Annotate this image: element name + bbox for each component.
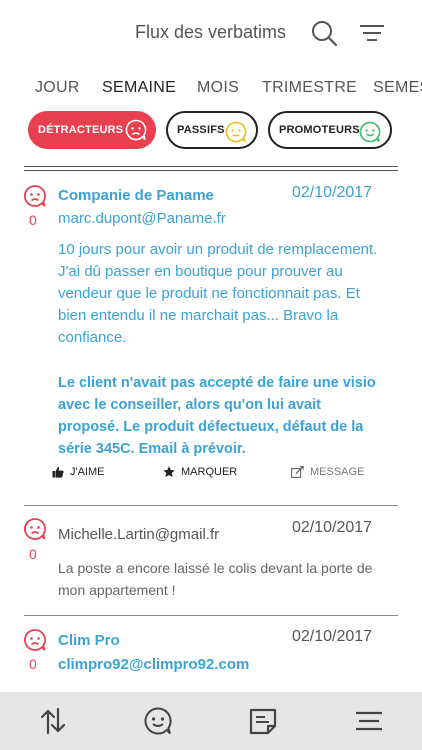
sad-face-icon (125, 119, 147, 141)
filter-detractors-button[interactable]: DÉTRACTEURS (28, 111, 156, 149)
company-name: Clim Pro (58, 632, 120, 649)
verbatim-date: 02/10/2017 (292, 519, 373, 536)
message-label: MESSAGE (310, 466, 365, 478)
company-name: Companie de Paname (58, 187, 214, 204)
filter-passives-button[interactable]: PASSIFS (166, 111, 258, 149)
verbatim-text: La poste a encore laissé le colis devant… (58, 560, 373, 598)
thumbs-up-icon (52, 466, 64, 478)
customer-email[interactable]: marc.dupont@Paname.fr (58, 210, 226, 227)
filter-detractors-label: DÉTRACTEURS (38, 124, 124, 136)
card-actions: J'AIME MARQUER MESSAGE (0, 466, 422, 486)
neutral-face-icon (225, 121, 247, 143)
verbatim-feed[interactable]: 0 Companie de Paname 02/10/2017 marc.dup… (0, 172, 422, 692)
feed-divider (24, 166, 398, 171)
nps-filters: DÉTRACTEURS PASSIFS PROMOTEURS (0, 111, 422, 151)
message-button[interactable]: MESSAGE (291, 466, 364, 478)
filter-lines-icon[interactable] (359, 22, 385, 44)
filter-promoters-label: PROMOTEURS (279, 124, 360, 136)
search-icon[interactable] (310, 19, 338, 47)
sad-face-icon (24, 629, 46, 651)
tab-mois[interactable]: MOIS (197, 79, 239, 97)
filter-promoters-button[interactable]: PROMOTEURS (268, 111, 392, 149)
reply-count: 0 (29, 656, 37, 672)
document-icon[interactable] (248, 706, 278, 736)
customer-email[interactable]: climpro92@climpro92.com (58, 656, 249, 673)
reply-count: 0 (29, 212, 37, 228)
filter-passives-label: PASSIFS (177, 124, 225, 136)
sad-face-icon (24, 185, 46, 207)
tab-semaine[interactable]: SEMAINE (102, 79, 176, 97)
happy-face-icon (359, 121, 381, 143)
mark-button[interactable]: MARQUER (163, 466, 237, 478)
mark-label: MARQUER (181, 466, 238, 478)
smiley-icon[interactable] (143, 706, 173, 736)
customer-email[interactable]: Michelle.Lartin@gmail.fr (58, 526, 219, 543)
period-tabs: JOUR SEMAINE MOIS TRIMESTRE SEMESTRE (0, 76, 422, 102)
tab-jour[interactable]: JOUR (35, 79, 80, 97)
sad-face-icon (24, 518, 46, 540)
verbatim-date: 02/10/2017 (292, 184, 373, 201)
verbatim-date: 02/10/2017 (292, 628, 373, 645)
verbatim-card[interactable]: 0 Companie de Paname 02/10/2017 marc.dup… (0, 172, 422, 506)
bottom-navigation (0, 692, 422, 750)
tab-semestre[interactable]: SEMESTRE (373, 79, 422, 97)
reply-count: 0 (29, 546, 37, 562)
compose-icon (291, 466, 304, 478)
like-label: J'AIME (70, 466, 105, 478)
verbatim-card[interactable]: 0 Michelle.Lartin@gmail.fr 02/10/2017 La… (0, 506, 422, 616)
internal-note: Le client n'avait pas accepté de faire u… (58, 375, 376, 457)
page-title: Flux des verbatims (135, 22, 287, 42)
menu-icon[interactable] (354, 706, 384, 736)
tab-trimestre[interactable]: TRIMESTRE (262, 79, 357, 97)
like-button[interactable]: J'AIME (52, 466, 105, 478)
verbatim-text: 10 jours pour avoir un produit de rempla… (58, 241, 378, 346)
verbatim-card[interactable]: 0 Clim Pro 02/10/2017 climpro92@climpro9… (0, 616, 422, 692)
app-header: Flux des verbatims (0, 0, 422, 66)
sort-arrows-icon[interactable] (38, 706, 68, 736)
star-icon (163, 466, 175, 478)
